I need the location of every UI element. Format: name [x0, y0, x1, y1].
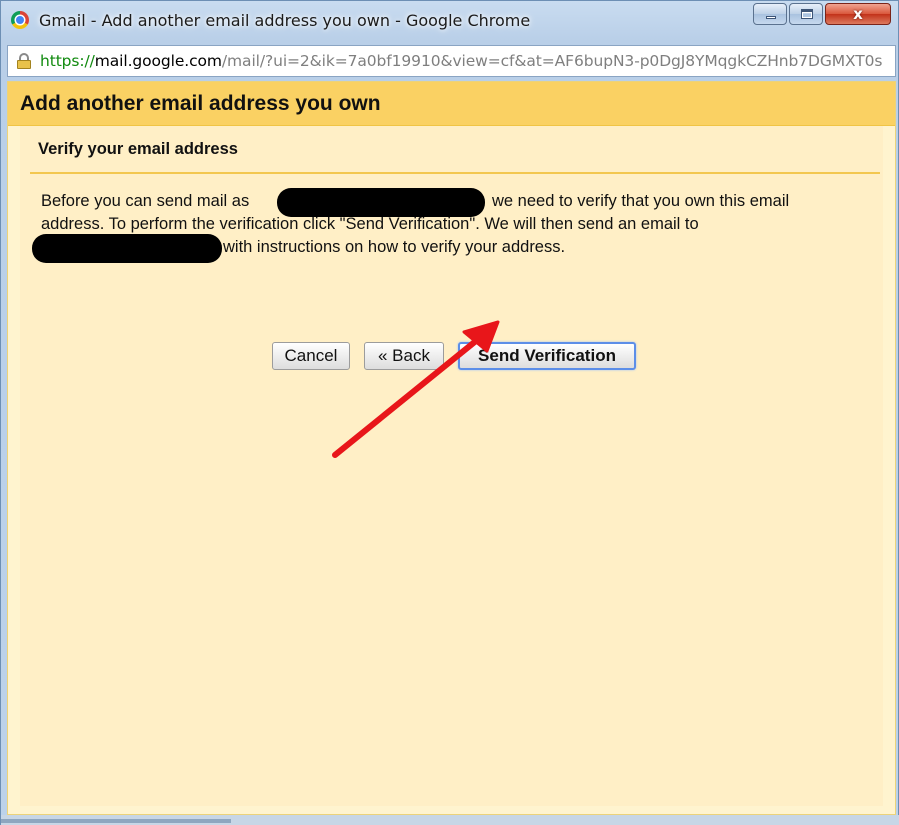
close-icon: x: [853, 5, 863, 23]
dialog-content: Add another email address you own Verify…: [7, 81, 896, 815]
body-line3: with instructions on how to verify your …: [223, 238, 566, 256]
send-verification-button[interactable]: Send Verification: [458, 342, 636, 370]
minimize-button[interactable]: [753, 3, 787, 25]
close-button[interactable]: x: [825, 3, 891, 25]
body-line1-start: Before you can send mail as: [41, 192, 250, 210]
url-text[interactable]: https://mail.google.com/mail/?ui=2&ik=7a…: [40, 52, 882, 70]
browser-window: Gmail - Add another email address you ow…: [0, 0, 899, 825]
body-line2: address. To perform the verification cli…: [41, 215, 699, 233]
window-bottom-border: [1, 815, 899, 825]
back-button[interactable]: « Back: [364, 342, 444, 370]
verification-panel: Verify your email address Before you can…: [20, 126, 883, 806]
address-bar[interactable]: https://mail.google.com/mail/?ui=2&ik=7a…: [7, 45, 896, 77]
maximize-button[interactable]: [789, 3, 823, 25]
dialog-title: Add another email address you own: [20, 92, 381, 115]
title-bar[interactable]: Gmail - Add another email address you ow…: [1, 1, 898, 41]
minimize-icon: [766, 16, 776, 19]
section-title: Verify your email address: [38, 140, 238, 158]
maximize-icon: [801, 9, 813, 19]
redacted-email-2: [32, 234, 222, 263]
section-divider: [30, 172, 880, 174]
url-host: mail.google.com: [94, 52, 222, 70]
chrome-logo-icon: [11, 11, 29, 29]
window-title: Gmail - Add another email address you ow…: [39, 11, 531, 30]
url-path: /mail/?ui=2&ik=7a0bf19910&view=cf&at=AF6…: [221, 52, 883, 70]
lock-icon: [17, 53, 31, 69]
dialog-header: Add another email address you own: [8, 82, 895, 126]
url-scheme: https://: [40, 52, 95, 70]
body-line1-end: we need to verify that you own this emai…: [492, 192, 790, 210]
redacted-email-1: [277, 188, 485, 217]
cancel-button[interactable]: Cancel: [272, 342, 350, 370]
